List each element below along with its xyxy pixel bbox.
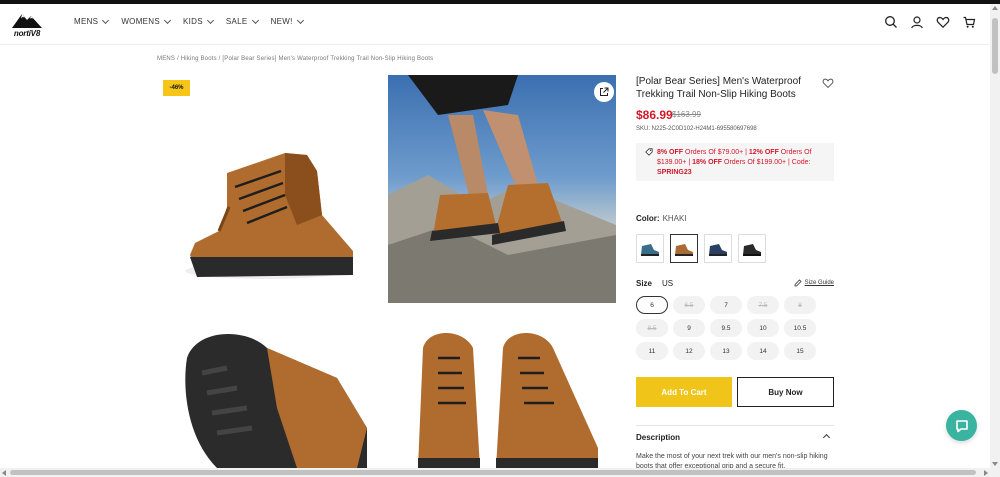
brand-name: nortiV8 bbox=[13, 29, 41, 38]
nav-item-sale[interactable]: SALE bbox=[225, 16, 259, 26]
size-option[interactable]: 10.5 bbox=[784, 319, 816, 337]
horizontal-scrollbar[interactable] bbox=[0, 468, 1000, 477]
nav-label: KIDS bbox=[183, 17, 203, 26]
chevron-down-icon bbox=[163, 16, 172, 24]
size-option[interactable]: 11 bbox=[636, 342, 668, 360]
size-option[interactable]: 6 bbox=[636, 296, 668, 314]
chevron-down-icon bbox=[206, 16, 214, 24]
color-value: KHAKI bbox=[662, 214, 687, 223]
color-label-text: Color: bbox=[636, 214, 660, 223]
heart-icon[interactable] bbox=[822, 76, 834, 89]
nav-label: WOMENS bbox=[121, 17, 161, 26]
nav-item-kids[interactable]: KIDS bbox=[183, 16, 214, 26]
nav-label: SALE bbox=[225, 17, 248, 26]
vertical-scrollbar[interactable] bbox=[990, 4, 1000, 468]
wishlist-icon[interactable] bbox=[936, 15, 950, 29]
size-option[interactable]: 15 bbox=[784, 342, 816, 360]
original-price: $163.99 bbox=[672, 110, 701, 119]
pencil-icon bbox=[794, 279, 802, 287]
tag-icon bbox=[645, 148, 653, 156]
size-label-text: Size bbox=[636, 279, 653, 288]
promo-tier2: 12% OFF bbox=[748, 149, 779, 156]
scroll-right-arrow-icon[interactable] bbox=[984, 470, 988, 476]
scroll-down-arrow-icon[interactable] bbox=[992, 462, 998, 466]
search-icon[interactable] bbox=[884, 15, 898, 29]
chevron-down-icon bbox=[251, 16, 259, 24]
chevron-down-icon bbox=[296, 16, 304, 24]
promo-code: SPRING23 bbox=[657, 169, 692, 176]
size-option[interactable]: 7.5 bbox=[747, 296, 779, 314]
nav-item-womens[interactable]: WOMENS bbox=[121, 16, 172, 26]
scrollbar-thumb[interactable] bbox=[992, 18, 998, 74]
account-icon[interactable] bbox=[910, 15, 924, 29]
scroll-left-arrow-icon[interactable] bbox=[2, 470, 6, 476]
mountain-icon bbox=[12, 14, 42, 28]
external-link-icon bbox=[600, 87, 609, 96]
size-option[interactable]: 14 bbox=[747, 342, 779, 360]
size-option[interactable]: 13 bbox=[710, 342, 742, 360]
sale-price: $86.99 bbox=[636, 108, 673, 122]
product-image-lifestyle[interactable] bbox=[388, 75, 616, 303]
cart-icon[interactable] bbox=[962, 15, 976, 29]
product-image-side[interactable] bbox=[157, 75, 374, 303]
swatch-blue-teal[interactable] bbox=[636, 234, 664, 263]
breadcrumb[interactable]: MENS / Hiking Boots / [Polar Bear Series… bbox=[157, 56, 433, 62]
swatch-black[interactable] bbox=[738, 234, 766, 263]
header-actions bbox=[884, 15, 976, 29]
size-unit: US bbox=[662, 279, 674, 288]
divider bbox=[636, 425, 834, 426]
nav-item-new[interactable]: NEW! bbox=[270, 16, 304, 26]
size-guide-text: Size Guide bbox=[804, 280, 834, 286]
scroll-up-arrow-icon[interactable] bbox=[992, 6, 998, 10]
size-option[interactable]: 12 bbox=[673, 342, 705, 360]
promo-text: Orders Of $79.00+ | bbox=[683, 149, 749, 156]
nav-label: MENS bbox=[74, 17, 99, 26]
size-option[interactable]: 9 bbox=[673, 319, 705, 337]
chat-button[interactable] bbox=[946, 410, 977, 441]
color-label: Color: KHAKI bbox=[636, 214, 687, 223]
scrollbar-thumb[interactable] bbox=[10, 470, 976, 475]
promo-text: Orders Of $199.00+ | Code: bbox=[722, 159, 811, 166]
size-option[interactable]: 7 bbox=[710, 296, 742, 314]
main-nav: MENS WOMENS KIDS SALE NEW! bbox=[74, 16, 304, 26]
size-label: Size US bbox=[636, 279, 673, 288]
promo-tier3: 18% OFF bbox=[692, 159, 723, 166]
discount-badge: -46% bbox=[163, 80, 190, 96]
size-guide-link[interactable]: Size Guide bbox=[794, 279, 834, 287]
buy-now-button[interactable]: Buy Now bbox=[737, 377, 834, 407]
brand-logo[interactable]: nortiV8 bbox=[10, 10, 44, 38]
site-header: nortiV8 MENS WOMENS KIDS SALE NEW! bbox=[0, 4, 990, 45]
size-option[interactable]: 8.5 bbox=[636, 319, 668, 337]
swatch-khaki[interactable] bbox=[670, 234, 698, 263]
sku-text: SKU: N225-2C0D102-H24M1-695580697698 bbox=[636, 126, 757, 132]
swatch-navy[interactable] bbox=[704, 234, 732, 263]
nav-item-mens[interactable]: MENS bbox=[74, 16, 110, 26]
product-image-pair[interactable] bbox=[388, 318, 616, 468]
color-swatches bbox=[636, 234, 766, 263]
product-title: [Polar Bear Series] Men's Waterproof Tre… bbox=[636, 76, 801, 100]
chevron-up-icon[interactable] bbox=[822, 433, 831, 442]
size-option[interactable]: 10 bbox=[747, 319, 779, 337]
description-heading[interactable]: Description bbox=[636, 433, 680, 442]
size-option[interactable]: 9.5 bbox=[710, 319, 742, 337]
promo-box: 8% OFF Orders Of $79.00+ | 12% OFF Order… bbox=[636, 143, 834, 181]
add-to-cart-button[interactable]: Add To Cart bbox=[636, 377, 732, 407]
promo-tier1: 8% OFF bbox=[657, 149, 684, 156]
chevron-down-icon bbox=[102, 16, 110, 24]
size-options: 6 6.5 7 7.5 8 8.5 9 9.5 10 10.5 11 12 13 14 15 bbox=[636, 296, 834, 360]
size-option[interactable]: 8 bbox=[784, 296, 816, 314]
nav-label: NEW! bbox=[270, 17, 293, 26]
product-image-sole[interactable] bbox=[157, 318, 374, 468]
expand-image-button[interactable] bbox=[594, 82, 614, 102]
chat-icon bbox=[955, 419, 968, 432]
product-info: [Polar Bear Series] Men's Waterproof Tre… bbox=[636, 75, 834, 470]
size-option[interactable]: 6.5 bbox=[673, 296, 705, 314]
